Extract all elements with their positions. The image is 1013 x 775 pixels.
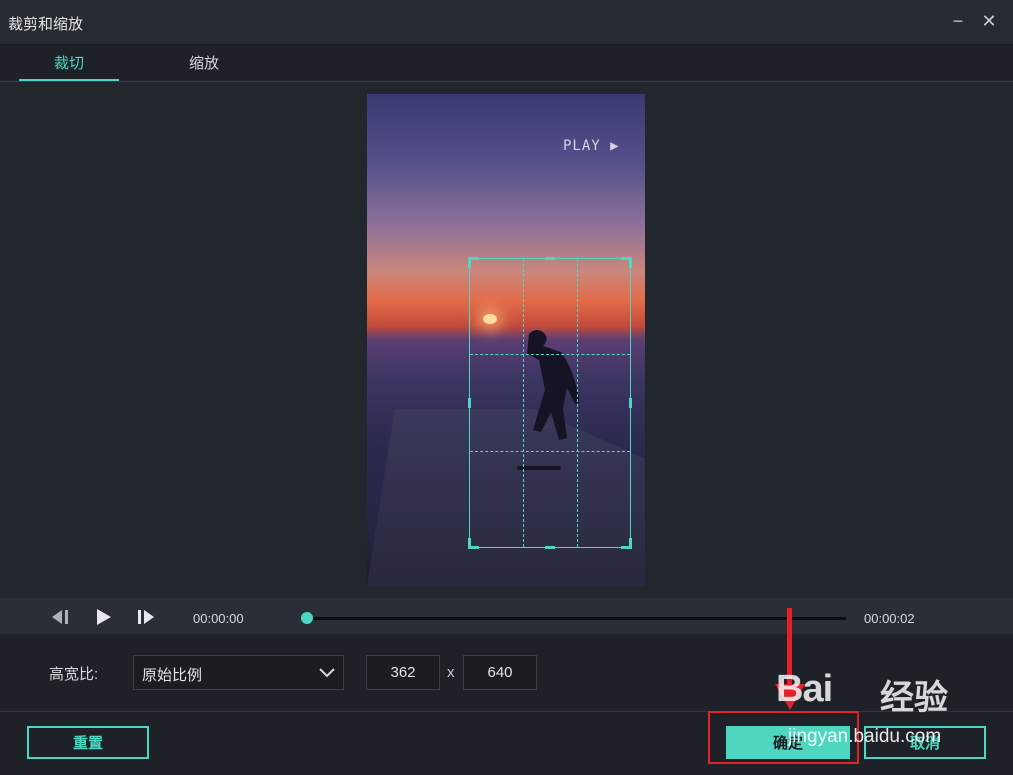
crop-handle-right[interactable] xyxy=(629,398,632,408)
play-overlay-text: PLAY ▶ xyxy=(563,138,620,154)
window-title: 裁剪和缩放 xyxy=(8,16,84,33)
crop-grid-line xyxy=(470,354,630,355)
watermark-url: jingyan.baidu.com xyxy=(788,726,942,747)
crop-height-field[interactable]: 640 xyxy=(463,655,537,690)
end-time: 00:00:02 xyxy=(864,611,915,626)
crop-handle-bottom-right[interactable] xyxy=(621,538,632,549)
chevron-down-icon xyxy=(319,668,335,678)
crop-handle-bottom-left[interactable] xyxy=(468,538,479,549)
crop-handle-top[interactable] xyxy=(545,257,555,260)
crop-handle-bottom[interactable] xyxy=(545,546,555,549)
tab-crop[interactable]: 裁切 xyxy=(19,45,119,82)
current-time: 00:00:00 xyxy=(193,611,244,626)
minimize-button[interactable]: − xyxy=(947,10,969,32)
previous-frame-icon[interactable] xyxy=(50,608,70,626)
watermark-brand: Bai xyxy=(776,668,833,710)
baidu-watermark: Bai 经验 jingyan.baidu.com xyxy=(776,668,956,768)
aspect-ratio-label: 高宽比: xyxy=(49,666,99,683)
crop-grid-line xyxy=(470,451,630,452)
tab-zoom[interactable]: 缩放 xyxy=(154,45,254,82)
title-bar: 裁剪和缩放 − ✕ xyxy=(0,0,1013,45)
crop-handle-left[interactable] xyxy=(468,398,471,408)
aspect-ratio-value: 原始比例 xyxy=(142,667,203,684)
timeline-track[interactable] xyxy=(306,617,846,620)
crop-box[interactable] xyxy=(468,257,632,549)
crop-grid-line xyxy=(523,259,524,547)
reset-button[interactable]: 重置 xyxy=(27,726,149,759)
crop-grid-line xyxy=(577,259,578,547)
crop-handle-top-left[interactable] xyxy=(468,257,479,268)
crop-width-field[interactable]: 362 xyxy=(366,655,440,690)
dimension-separator: x xyxy=(447,664,455,681)
crop-handle-top-right[interactable] xyxy=(621,257,632,268)
close-button[interactable]: ✕ xyxy=(978,10,1000,32)
aspect-ratio-select[interactable]: 原始比例 xyxy=(133,655,344,690)
next-frame-icon[interactable] xyxy=(136,608,156,626)
timeline-playhead[interactable] xyxy=(301,612,313,624)
tab-bar: 裁切 缩放 xyxy=(0,45,1013,82)
play-icon[interactable] xyxy=(94,608,114,626)
watermark-brand-2: 经验 xyxy=(880,679,948,717)
